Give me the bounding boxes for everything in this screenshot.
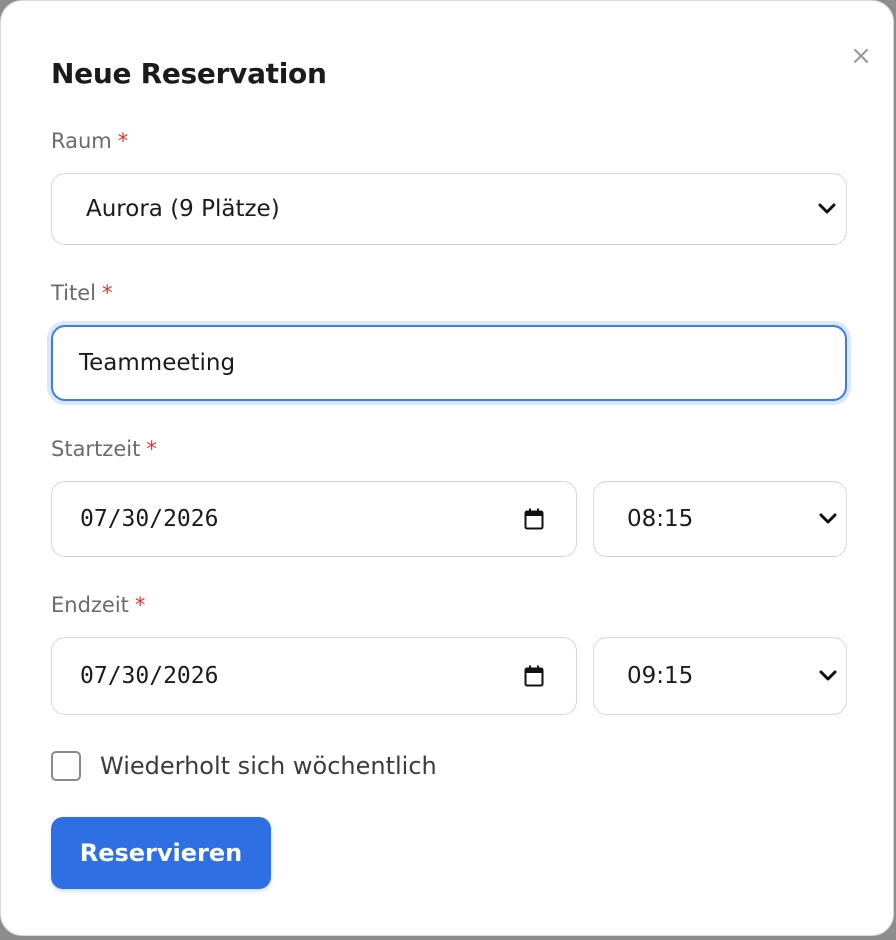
end-date-value: 07/30/2026: [80, 663, 219, 689]
start-label: Startzeit *: [51, 437, 157, 461]
reserve-button[interactable]: Reservieren: [51, 817, 271, 889]
recurring-label[interactable]: Wiederholt sich wöchentlich: [100, 751, 437, 781]
start-label-text: Startzeit: [51, 437, 141, 461]
end-label-text: Endzeit: [51, 593, 129, 617]
room-label: Raum *: [51, 129, 128, 153]
required-marker: *: [117, 129, 129, 153]
room-label-text: Raum: [51, 129, 112, 153]
chevron-down-icon: [818, 203, 836, 214]
end-label: Endzeit *: [51, 593, 145, 617]
calendar-icon[interactable]: [524, 508, 544, 530]
close-button[interactable]: ×: [847, 39, 875, 73]
room-select[interactable]: Aurora (9 Plätze): [51, 173, 847, 245]
room-select-value: Aurora (9 Plätze): [86, 196, 280, 222]
dialog-title: Neue Reservation: [51, 57, 327, 90]
end-time-value: 09:15: [627, 663, 694, 689]
required-marker: *: [134, 593, 146, 617]
chevron-down-icon: [819, 513, 837, 524]
close-icon: ×: [850, 41, 872, 71]
title-input[interactable]: Teammeeting: [51, 325, 847, 401]
recurring-checkbox[interactable]: [51, 751, 81, 781]
required-marker: *: [102, 281, 113, 305]
calendar-icon[interactable]: [524, 665, 544, 687]
title-label-text: Titel: [51, 281, 97, 305]
required-marker: *: [146, 437, 157, 461]
start-time-select[interactable]: 08:15: [593, 481, 847, 557]
start-date-value: 07/30/2026: [80, 506, 219, 532]
end-date-input[interactable]: 07/30/2026: [51, 637, 577, 715]
start-date-input[interactable]: 07/30/2026: [51, 481, 577, 557]
start-time-value: 08:15: [627, 506, 694, 532]
end-time-select[interactable]: 09:15: [593, 637, 847, 715]
reservation-dialog: × Neue Reservation Raum * Aurora (9 Plätz…: [0, 0, 894, 936]
chevron-down-icon: [819, 670, 837, 681]
title-input-value: Teammeeting: [79, 350, 236, 376]
title-label: Titel *: [51, 281, 113, 305]
